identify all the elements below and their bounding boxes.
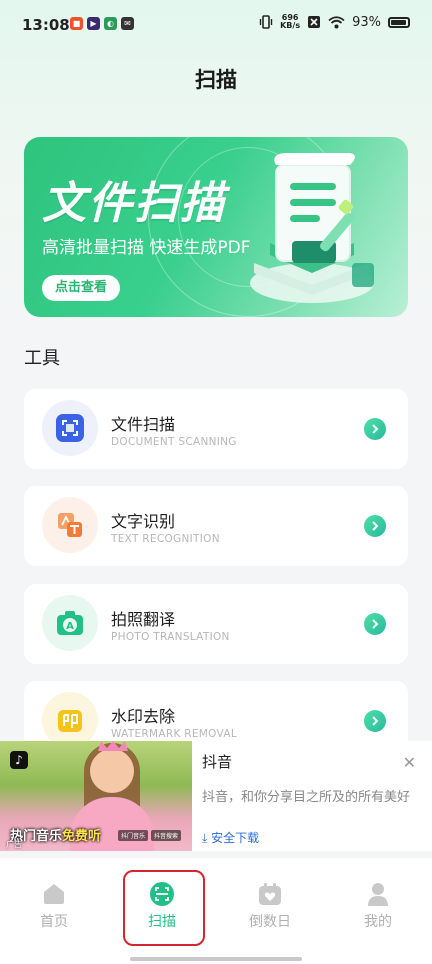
tiktok-logo-icon: ♪ [10,751,28,769]
highlight-outline [123,870,205,946]
status-right: 696 KB/s 93% [259,14,410,30]
chevron-right-icon[interactable] [364,613,386,635]
chevron-right-icon[interactable] [364,515,386,537]
tool-icon-background [42,497,98,553]
tool-card-document-scanning[interactable]: 文件扫描 DOCUMENT SCANNING [24,389,408,469]
download-link[interactable]: ⤓ 安全下载 [202,829,259,846]
tool-name: 水印去除 [111,707,176,726]
page-title: 扫描 [195,68,237,92]
home-indicator [130,957,302,961]
banner-subtitle: 高清批量扫描 快速生成PDF [42,238,251,258]
ad-caption-highlight: 免费听 [62,829,102,844]
tool-icon-background: A [42,595,98,651]
home-icon [42,882,66,906]
ad-badges: 抖门音乐 抖音搜索 [118,830,182,841]
battery-percent: 93% [352,14,381,30]
tab-label: 倒数日 [249,914,291,930]
profile-icon [366,882,390,906]
chevron-right-icon[interactable] [364,710,386,732]
tool-subtitle: WATERMARK REMOVAL [111,728,237,740]
download-label: 安全下载 [211,831,260,845]
ad-badge: 抖门音乐 [118,830,149,841]
tool-card-photo-translation[interactable]: A 拍照翻译 PHOTO TRANSLATION [24,584,408,664]
status-time: 13:08 [22,16,70,34]
tab-home[interactable]: 首页 [14,882,94,931]
ad-description: 抖音，和你分享目之所及的所有美好 [202,790,411,805]
status-bar: 13:08 ■ ▶ ◐ ✉ 696 KB/s 93% [0,0,432,50]
ad-badge: 抖音搜索 [151,830,182,841]
network-speed: 696 KB/s [280,14,300,30]
video-app-icon: ▶ [87,17,100,30]
tool-name: 文件扫描 [111,415,176,434]
leaf-app-icon: ◐ [104,17,117,30]
ad-label: 广告 [6,840,22,849]
chevron-right-icon[interactable] [364,418,386,440]
tool-name: 拍照翻译 [111,610,176,629]
ad-banner[interactable]: ♪ 热门音乐免费听 抖门音乐 抖音搜索 广告 抖音 ✕ 抖音，和你分享目之所及的… [0,741,432,851]
tool-subtitle: DOCUMENT SCANNING [111,436,237,448]
tab-label: 首页 [40,914,68,930]
promo-banner[interactable]: 文件扫描 高清批量扫描 快速生成PDF 点击查看 [24,137,408,317]
tool-card-text-recognition[interactable]: 文字识别 TEXT RECOGNITION [24,486,408,566]
tool-name: 文字识别 [111,512,176,531]
text-recognition-icon [56,511,84,539]
vibrate-icon [259,15,273,29]
download-icon: ⤓ [202,831,208,845]
sim-icon [308,16,321,28]
battery-icon [388,16,410,28]
document-scroll-illustration-icon [250,153,374,303]
svg-text:A: A [66,621,74,632]
speed-unit: KB/s [280,21,301,30]
scan-icon [56,414,84,442]
tab-countdown[interactable]: 倒数日 [230,882,310,931]
ad-image[interactable]: ♪ 热门音乐免费听 抖门音乐 抖音搜索 广告 [0,741,192,851]
notification-icons: ■ ▶ ◐ ✉ [70,17,134,30]
tools-section-title: 工具 [24,348,60,369]
crown-icon [98,741,128,751]
bottom-nav: 首页 扫描 倒数日 我的 [0,858,432,964]
tab-label: 我的 [364,914,392,930]
tab-profile[interactable]: 我的 [338,882,418,931]
camera-translate-icon: A [56,609,84,637]
ad-title: 抖音 [202,753,233,771]
app-notification-icon: ■ [70,17,83,30]
banner-title: 文件扫描 [42,178,226,229]
ad-figure [90,749,134,793]
wifi-icon [328,15,345,28]
tool-icon-background [42,692,98,748]
calendar-heart-icon [258,882,282,906]
tool-subtitle: TEXT RECOGNITION [111,533,220,545]
tool-icon-background [42,400,98,456]
message-icon: ✉ [121,17,134,30]
tool-subtitle: PHOTO TRANSLATION [111,631,230,643]
ad-caption: 热门音乐免费听 [10,825,101,844]
close-icon[interactable]: ✕ [403,753,416,772]
view-button[interactable]: 点击查看 [42,275,120,301]
stamp-icon [56,706,84,734]
